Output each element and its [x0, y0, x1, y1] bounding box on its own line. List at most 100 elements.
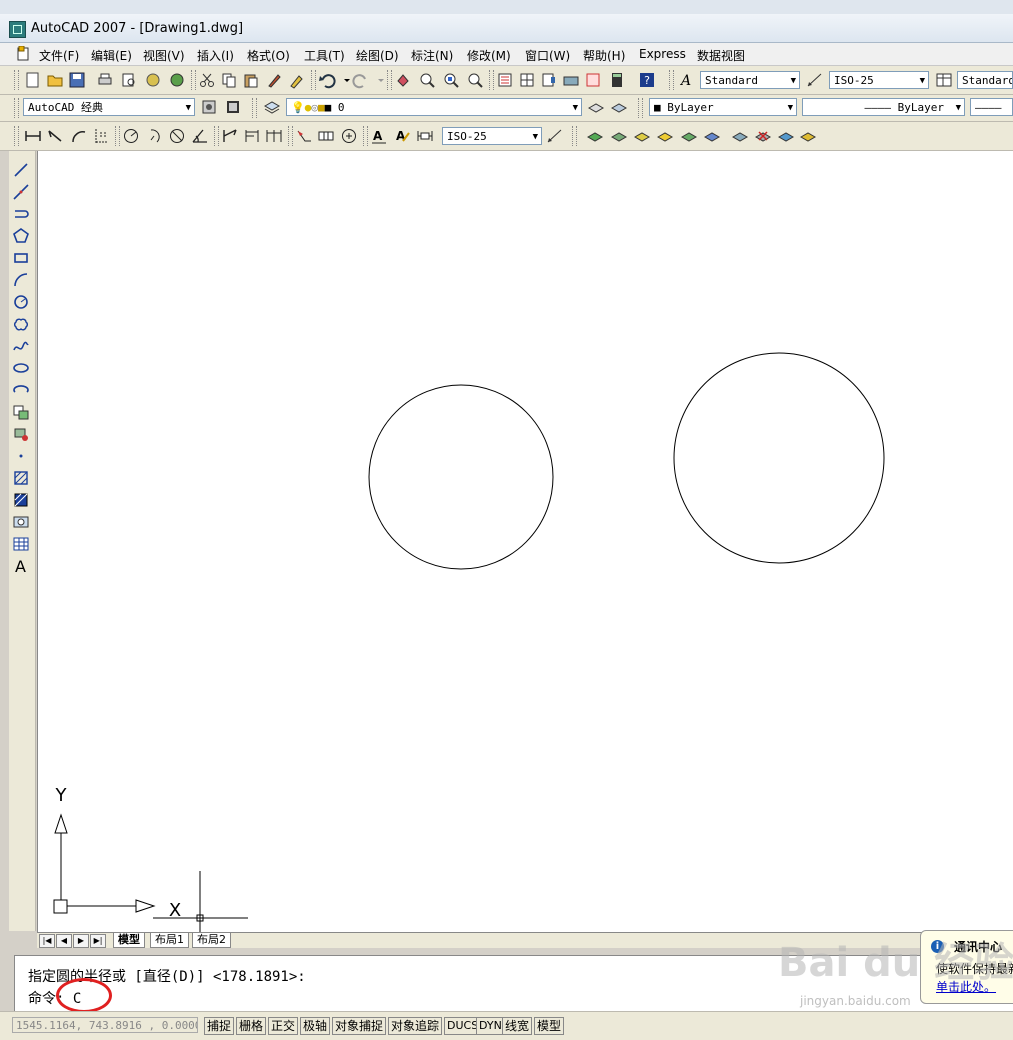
dimension-edit-icon[interactable]: A — [370, 127, 388, 145]
lineweight-control-select[interactable]: ———— — [970, 98, 1013, 116]
layer-tool-5-icon[interactable] — [680, 127, 698, 145]
publish-icon[interactable] — [144, 71, 162, 89]
linetype-control-select[interactable]: ———— ByLayer ▼ — [802, 98, 965, 116]
copy-icon[interactable] — [220, 71, 238, 89]
circle-shape[interactable] — [673, 352, 885, 564]
hatch-icon[interactable] — [12, 469, 30, 487]
ellipse-arc-icon[interactable] — [12, 381, 30, 399]
gradient-icon[interactable] — [12, 491, 30, 509]
calculator-icon[interactable] — [608, 71, 626, 89]
dimension-update-icon[interactable] — [416, 127, 434, 145]
dimension-style-select[interactable]: ISO-25 ▼ — [829, 71, 929, 89]
drawing-canvas[interactable]: Y X — [37, 151, 1013, 932]
layer-properties-icon[interactable] — [263, 98, 281, 116]
text-style-icon[interactable]: A — [678, 71, 696, 89]
toolbar-grip[interactable] — [572, 126, 577, 146]
ordinate-dimension-icon[interactable] — [92, 127, 110, 145]
help-icon[interactable]: ? — [638, 71, 656, 89]
workspace-select[interactable]: AutoCAD 经典 ▼ — [23, 98, 195, 116]
dimension-style-control-select[interactable]: ISO-25 ▼ — [442, 127, 542, 145]
radius-dimension-icon[interactable] — [122, 127, 140, 145]
tab-layout1[interactable]: 布局1 — [150, 933, 189, 948]
grid-toggle[interactable]: 栅格 — [236, 1017, 267, 1035]
otrack-toggle[interactable]: 对象追踪 — [388, 1017, 443, 1035]
continue-dimension-icon[interactable] — [265, 127, 283, 145]
sheet-set-icon[interactable] — [562, 71, 580, 89]
table-style-select[interactable]: Standard — [957, 71, 1013, 89]
make-current-layer-icon[interactable] — [587, 98, 605, 116]
last-tab-button[interactable]: ▶| — [90, 934, 106, 948]
tolerance-icon[interactable] — [317, 127, 335, 145]
polyline-icon[interactable] — [12, 205, 30, 223]
aligned-dimension-icon[interactable] — [46, 127, 64, 145]
ellipse-icon[interactable] — [12, 359, 30, 377]
coordinate-display[interactable]: 1545.1164, 743.8916 , 0.0000 — [12, 1017, 198, 1033]
menu-draw[interactable]: 绘图(D) — [356, 47, 399, 64]
table-style-icon[interactable] — [935, 71, 953, 89]
revision-cloud-icon[interactable] — [12, 315, 30, 333]
markup-icon[interactable] — [584, 71, 602, 89]
insert-block-icon[interactable] — [12, 403, 30, 421]
toolbar-grip[interactable] — [14, 98, 19, 118]
3d-publish-icon[interactable] — [168, 71, 186, 89]
menu-file[interactable]: 文件(F) — [39, 47, 79, 64]
center-mark-icon[interactable] — [340, 127, 358, 145]
layer-select[interactable]: 💡●◎■■ 0 ▼ — [286, 98, 582, 116]
zoom-window-icon[interactable] — [442, 71, 460, 89]
color-control-select[interactable]: ■ ByLayer ▼ — [649, 98, 797, 116]
my-workspace-icon[interactable] — [224, 98, 242, 116]
osnap-toggle[interactable]: 对象捕捉 — [332, 1017, 387, 1035]
tab-layout2[interactable]: 布局2 — [192, 933, 231, 948]
toolbar-grip[interactable] — [669, 70, 674, 90]
layer-tool-4-icon[interactable] — [656, 127, 674, 145]
menu-tools[interactable]: 工具(T) — [304, 47, 345, 64]
lineweight-toggle[interactable]: 线宽 — [502, 1017, 533, 1035]
menu-dimension[interactable]: 标注(N) — [411, 47, 453, 64]
print-preview-icon[interactable] — [120, 71, 138, 89]
layer-tool-3-icon[interactable] — [633, 127, 651, 145]
zoom-realtime-icon[interactable] — [418, 71, 436, 89]
line-tool-icon[interactable] — [12, 161, 30, 179]
toolbar-grip[interactable] — [252, 98, 257, 118]
spline-icon[interactable] — [12, 337, 30, 355]
toolbar-grip[interactable] — [14, 70, 19, 90]
menu-data-view[interactable]: 数据视图 — [697, 47, 745, 64]
workspace-settings-icon[interactable] — [200, 98, 218, 116]
layer-tool-10-icon[interactable] — [799, 127, 817, 145]
model-space-toggle[interactable]: 模型 — [534, 1017, 565, 1035]
dyn-toggle[interactable]: DYN — [476, 1017, 505, 1035]
document-icon[interactable] — [16, 46, 30, 61]
diameter-dimension-icon[interactable] — [168, 127, 186, 145]
new-file-icon[interactable] — [24, 71, 42, 89]
layer-previous-icon[interactable] — [610, 98, 628, 116]
layer-tool-6-icon[interactable] — [703, 127, 721, 145]
dimension-style-manager-icon[interactable] — [546, 127, 564, 145]
open-file-icon[interactable] — [46, 71, 64, 89]
quick-dimension-icon[interactable] — [221, 127, 239, 145]
redo-icon[interactable] — [352, 71, 370, 89]
jogged-dimension-icon[interactable] — [145, 127, 163, 145]
polar-toggle[interactable]: 极轴 — [300, 1017, 331, 1035]
properties-icon[interactable] — [496, 71, 514, 89]
menu-express[interactable]: Express — [639, 47, 686, 61]
linear-dimension-icon[interactable] — [24, 127, 42, 145]
menu-window[interactable]: 窗口(W) — [525, 47, 570, 64]
construction-line-icon[interactable] — [12, 183, 30, 201]
layer-tool-7-icon[interactable] — [731, 127, 749, 145]
cut-icon[interactable] — [198, 71, 216, 89]
menu-insert[interactable]: 插入(I) — [197, 47, 234, 64]
undo-dropdown-icon[interactable] — [338, 71, 350, 89]
design-center-icon[interactable] — [518, 71, 536, 89]
multiline-text-icon[interactable]: A — [12, 557, 30, 575]
pan-realtime-icon[interactable] — [394, 71, 412, 89]
menu-view[interactable]: 视图(V) — [143, 47, 185, 64]
angular-dimension-icon[interactable] — [191, 127, 209, 145]
text-style-select[interactable]: Standard ▼ — [700, 71, 800, 89]
polygon-icon[interactable] — [12, 227, 30, 245]
menu-modify[interactable]: 修改(M) — [467, 47, 511, 64]
toolbar-grip[interactable] — [14, 126, 19, 146]
toolbar-grip[interactable] — [638, 98, 643, 118]
paste-icon[interactable] — [242, 71, 260, 89]
match-properties-icon[interactable] — [266, 71, 284, 89]
point-icon[interactable] — [12, 447, 30, 465]
